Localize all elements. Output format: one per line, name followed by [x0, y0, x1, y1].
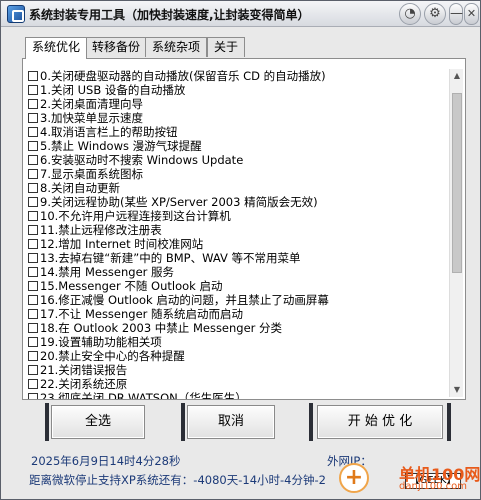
select-all-button[interactable]: 全选 [51, 405, 145, 439]
close-button[interactable]: ✕ [464, 3, 479, 25]
list-item[interactable]: 19.设置辅助功能相关项 [26, 335, 462, 349]
checkbox[interactable] [28, 295, 38, 305]
list-item[interactable]: 0.关闭硬盘驱动器的自动播放(保留音乐 CD 的自动播放) [26, 69, 462, 83]
list-item[interactable]: 1.关闭 USB 设备的自动播放 [26, 83, 462, 97]
checkbox[interactable] [28, 253, 38, 263]
checkbox[interactable] [28, 71, 38, 81]
cancel-button[interactable]: 取消 [187, 405, 275, 439]
list-item[interactable]: 3.加快菜单显示速度 [26, 111, 462, 125]
site-watermark: + 单机100网 danji100.com [339, 459, 480, 499]
options-panel: 0.关闭硬盘驱动器的自动播放(保留音乐 CD 的自动播放) 1.关闭 USB 设… [22, 58, 466, 400]
scroll-thumb[interactable] [452, 93, 462, 273]
checkbox[interactable] [28, 85, 38, 95]
app-logo-icon [7, 5, 25, 23]
list-item[interactable]: 17.不让 Messenger 随系统启动而启动 [26, 307, 462, 321]
checkbox[interactable] [28, 211, 38, 221]
checkbox[interactable] [28, 141, 38, 151]
list-item[interactable]: 5.禁止 Windows 漫游气球提醒 [26, 139, 462, 153]
checkbox[interactable] [28, 351, 38, 361]
tab-system-optimize[interactable]: 系统优化 [25, 37, 88, 59]
checkbox[interactable] [28, 99, 38, 109]
checkbox[interactable] [28, 113, 38, 123]
scroll-up-icon[interactable]: ▲ [450, 69, 464, 83]
settings-icon[interactable]: ⚙ [424, 3, 446, 25]
button-divider [309, 403, 313, 441]
checkbox[interactable] [28, 309, 38, 319]
list-item[interactable]: 12.增加 Internet 时间校准网站 [26, 237, 462, 251]
tab-system-misc[interactable]: 系统杂项 [145, 37, 208, 57]
list-item[interactable]: 9.关闭远程协助(某些 XP/Server 2003 精简版会无效) [26, 195, 462, 209]
button-divider [45, 403, 49, 441]
checkbox[interactable] [28, 155, 38, 165]
app-window: 系统封装专用工具（加快封装速度,让封装变得简单） ◔ ⚙ — ✕ 系统优化 转移… [0, 0, 481, 500]
checkbox[interactable] [28, 239, 38, 249]
checkbox[interactable] [28, 281, 38, 291]
xp-support-countdown: 距离微软停止支持XP系统还有：-4080天-14小时-4分钟-2 [29, 473, 326, 487]
button-divider [447, 403, 451, 441]
current-datetime: 2025年6月9日14时4分28秒 [31, 454, 181, 468]
checkbox[interactable] [28, 127, 38, 137]
list-item[interactable]: 11.禁止远程修改注册表 [26, 223, 462, 237]
list-item[interactable]: 21.关闭错误报告 [26, 363, 462, 377]
checkbox[interactable] [28, 393, 38, 399]
minimize-button[interactable]: — [449, 3, 463, 25]
tab-transfer-backup[interactable]: 转移备份 [85, 37, 148, 57]
tab-about[interactable]: 关于 [207, 37, 246, 57]
checkbox[interactable] [28, 183, 38, 193]
checkbox[interactable] [28, 267, 38, 277]
checkbox[interactable] [28, 365, 38, 375]
plus-icon: + [339, 463, 369, 493]
title-bar: 系统封装专用工具（加快封装速度,让封装变得简单） ◔ ⚙ — ✕ [1, 1, 480, 27]
start-optimize-button[interactable]: 开 始 优 化 [317, 405, 443, 439]
list-item[interactable]: 22.关闭系统还原 [26, 377, 462, 391]
scroll-down-icon[interactable]: ▼ [450, 383, 464, 397]
list-item[interactable]: 7.显示桌面系统图标 [26, 167, 462, 181]
list-item[interactable]: 13.去掉右键“新建”中的 BMP、WAV 等不常用菜单 [26, 251, 462, 265]
checkbox[interactable] [28, 379, 38, 389]
checkbox[interactable] [28, 323, 38, 333]
list-item[interactable]: 20.禁止安全中心的各种提醒 [26, 349, 462, 363]
list-item[interactable]: 18.在 Outlook 2003 中禁止 Messenger 分类 [26, 321, 462, 335]
checkbox[interactable] [28, 337, 38, 347]
checkbox[interactable] [28, 197, 38, 207]
list-item[interactable]: 15.Messenger 不随 Outlook 启动 [26, 279, 462, 293]
list-item[interactable]: 23.彻底关闭 DR.WATSON（华生医生） [26, 391, 462, 399]
window-title: 系统封装专用工具（加快封装速度,让封装变得简单） [29, 8, 310, 22]
list-item[interactable]: 6.安装驱动时不搜索 Windows Update [26, 153, 462, 167]
skin-icon[interactable]: ◔ [399, 3, 421, 25]
list-item[interactable]: 2.关闭桌面清理向导 [26, 97, 462, 111]
checkbox[interactable] [28, 169, 38, 179]
options-list: 0.关闭硬盘驱动器的自动播放(保留音乐 CD 的自动播放) 1.关闭 USB 设… [26, 69, 462, 399]
list-scrollbar[interactable]: ▲ ▼ [449, 69, 463, 397]
watermark-url: danji100.com [399, 481, 467, 492]
list-item[interactable]: 4.取消语言栏上的帮助按钮 [26, 125, 462, 139]
list-item[interactable]: 14.禁用 Messenger 服务 [26, 265, 462, 279]
button-divider [181, 403, 185, 441]
checkbox[interactable] [28, 225, 38, 235]
list-item[interactable]: 10.不允许用户远程连接到这台计算机 [26, 209, 462, 223]
list-item[interactable]: 8.关闭自动更新 [26, 181, 462, 195]
list-item[interactable]: 16.修正减慢 Outlook 启动的问题，并且禁止了动画屏幕 [26, 293, 462, 307]
